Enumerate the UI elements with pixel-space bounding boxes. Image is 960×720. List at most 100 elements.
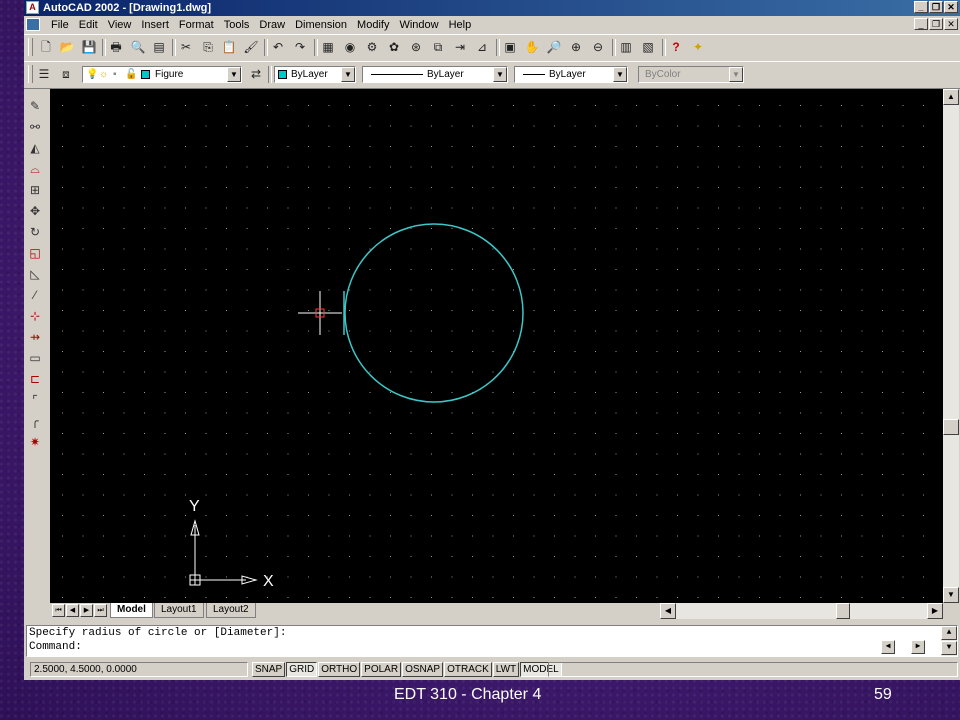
chevron-down-icon[interactable]: ▼ bbox=[227, 67, 241, 82]
plot-preview-icon[interactable]: 🔍 bbox=[130, 39, 146, 55]
chevron-down-icon[interactable]: ▼ bbox=[493, 67, 507, 82]
menu-window[interactable]: Window bbox=[394, 18, 443, 32]
layer-previous-icon[interactable]: ⇄ bbox=[248, 66, 264, 82]
chevron-down-icon[interactable]: ▼ bbox=[613, 67, 627, 82]
match-properties-icon[interactable]: 🖌 bbox=[243, 39, 259, 55]
toolbar-grip[interactable] bbox=[28, 65, 33, 83]
coordinate-display[interactable]: 2.5000, 4.5000, 0.0000 bbox=[30, 662, 248, 677]
tool-palettes-icon[interactable]: ▧ bbox=[640, 39, 656, 55]
tab-layout1[interactable]: Layout1 bbox=[154, 603, 204, 618]
lineweight-control-dropdown[interactable]: ByLayer ▼ bbox=[514, 66, 628, 83]
pan-icon[interactable]: ✋ bbox=[524, 39, 540, 55]
zoom-window-icon[interactable]: ⊕ bbox=[568, 39, 584, 55]
trim-icon[interactable]: ⊹ bbox=[27, 308, 43, 324]
linetype-control-dropdown[interactable]: ByLayer ▼ bbox=[362, 66, 508, 83]
properties-icon[interactable]: ⚙ bbox=[364, 39, 380, 55]
zoom-realtime-icon[interactable]: 🔎 bbox=[546, 39, 562, 55]
menu-draw[interactable]: Draw bbox=[254, 18, 290, 32]
horizontal-scrollbar[interactable]: ◀ ▶ bbox=[660, 603, 943, 619]
stretch-icon[interactable]: ◺ bbox=[27, 266, 43, 282]
extend-icon[interactable]: ⇸ bbox=[27, 329, 43, 345]
fillet-icon[interactable]: ╭ bbox=[27, 413, 43, 429]
chevron-down-icon[interactable]: ▼ bbox=[341, 67, 355, 82]
freeze-viewport-icon[interactable]: ▪ bbox=[113, 67, 117, 82]
doc-close-button[interactable]: ✕ bbox=[944, 18, 958, 30]
menu-file[interactable]: File bbox=[46, 18, 74, 32]
layout-icon[interactable]: ▥ bbox=[618, 39, 634, 55]
break-icon[interactable]: ⊏ bbox=[27, 371, 43, 387]
mirror-icon[interactable]: ◭ bbox=[27, 140, 43, 156]
menu-modify[interactable]: Modify bbox=[352, 18, 394, 32]
lengthen-icon[interactable]: ⁄ bbox=[27, 287, 43, 303]
array-icon[interactable]: ⊞ bbox=[27, 182, 43, 198]
help-icon[interactable]: ? bbox=[668, 39, 684, 55]
rotate-icon[interactable]: ↻ bbox=[27, 224, 43, 240]
undo-icon[interactable]: ↶ bbox=[270, 39, 286, 55]
erase-icon[interactable]: ✎ bbox=[27, 98, 43, 114]
offset-icon[interactable]: ⌓ bbox=[27, 161, 43, 177]
copy-icon[interactable]: ⎘ bbox=[200, 39, 216, 55]
menu-edit[interactable]: Edit bbox=[74, 18, 103, 32]
new-icon[interactable]: 🗋 bbox=[38, 39, 54, 55]
scroll-left-button[interactable]: ◀ bbox=[660, 603, 676, 619]
autocad-icon[interactable]: A bbox=[26, 1, 39, 14]
inquiry-icon[interactable]: ⇥ bbox=[452, 39, 468, 55]
polar-toggle[interactable]: POLAR bbox=[361, 662, 402, 677]
vertical-scroll-thumb[interactable] bbox=[943, 419, 959, 435]
menu-insert[interactable]: Insert bbox=[136, 18, 174, 32]
paste-icon[interactable]: 📋 bbox=[221, 39, 237, 55]
menu-help[interactable]: Help bbox=[444, 18, 477, 32]
chamfer-icon[interactable]: ⌜ bbox=[27, 392, 43, 408]
point-filters-icon[interactable]: ✿ bbox=[386, 39, 402, 55]
layer-manager-icon[interactable]: ☰ bbox=[36, 66, 52, 82]
open-icon[interactable]: 📂 bbox=[59, 39, 75, 55]
copy-object-icon[interactable]: ⚯ bbox=[27, 119, 43, 135]
restore-button[interactable]: ❐ bbox=[929, 1, 943, 13]
command-scrollbar[interactable]: ▲ ▼ bbox=[941, 626, 957, 656]
command-scroll-right[interactable]: ▶ bbox=[911, 640, 925, 654]
next-tab-button[interactable]: ▶ bbox=[80, 604, 93, 617]
grid-toggle[interactable]: GRID bbox=[286, 662, 318, 677]
make-object-layer-current-icon[interactable]: ⧈ bbox=[58, 66, 74, 82]
doc-minimize-button[interactable]: _ bbox=[914, 18, 928, 30]
osnap-toggle[interactable]: OSNAP bbox=[402, 662, 444, 677]
snap-toggle[interactable]: SNAP bbox=[252, 662, 286, 677]
command-scroll-down[interactable]: ▼ bbox=[941, 641, 957, 655]
redo-icon[interactable]: ↷ bbox=[292, 39, 308, 55]
ucs-icon[interactable]: ⧉ bbox=[430, 39, 446, 55]
last-tab-button[interactable]: ⏭ bbox=[94, 604, 107, 617]
vertical-scrollbar[interactable]: ▲ ▼ bbox=[943, 89, 959, 603]
menu-format[interactable]: Format bbox=[174, 18, 219, 32]
publish-icon[interactable]: ▤ bbox=[151, 39, 167, 55]
color-control-dropdown[interactable]: ByLayer ▼ bbox=[274, 66, 356, 83]
menu-view[interactable]: View bbox=[103, 18, 137, 32]
tab-layout2[interactable]: Layout2 bbox=[206, 603, 256, 618]
lock-icon[interactable]: 🔓 bbox=[125, 67, 137, 82]
close-button[interactable]: ✕ bbox=[944, 1, 958, 13]
plot-icon[interactable]: 🖶 bbox=[108, 39, 124, 55]
scale-icon[interactable]: ◱ bbox=[27, 245, 43, 261]
toolbar-grip[interactable] bbox=[28, 38, 33, 56]
lwt-toggle[interactable]: LWT bbox=[492, 662, 520, 677]
command-hscroll[interactable]: ◀ ▶ bbox=[881, 640, 941, 656]
doc-restore-button[interactable]: ❐ bbox=[929, 18, 943, 30]
command-scroll-left[interactable]: ◀ bbox=[881, 640, 895, 654]
save-icon[interactable]: 💾 bbox=[81, 39, 97, 55]
otrack-toggle[interactable]: OTRACK bbox=[444, 662, 492, 677]
scroll-right-button[interactable]: ▶ bbox=[927, 603, 943, 619]
cut-icon[interactable]: ✂ bbox=[178, 39, 194, 55]
drawing-canvas[interactable]: Y X bbox=[50, 89, 943, 603]
menu-tools[interactable]: Tools bbox=[219, 18, 255, 32]
design-center-icon[interactable]: ▦ bbox=[320, 39, 336, 55]
distance-icon[interactable]: ⊿ bbox=[474, 39, 490, 55]
first-tab-button[interactable]: ⏮ bbox=[52, 604, 65, 617]
move-icon[interactable]: ✥ bbox=[27, 203, 43, 219]
tab-model[interactable]: Model bbox=[110, 603, 153, 618]
menu-dimension[interactable]: Dimension bbox=[290, 18, 352, 32]
named-views-icon[interactable]: ▣ bbox=[502, 39, 518, 55]
prev-tab-button[interactable]: ◀ bbox=[66, 604, 79, 617]
ortho-toggle[interactable]: ORTHO bbox=[318, 662, 361, 677]
scroll-up-button[interactable]: ▲ bbox=[943, 89, 959, 105]
zoom-previous-icon[interactable]: ⊖ bbox=[590, 39, 606, 55]
today-icon[interactable]: ◉ bbox=[342, 39, 358, 55]
